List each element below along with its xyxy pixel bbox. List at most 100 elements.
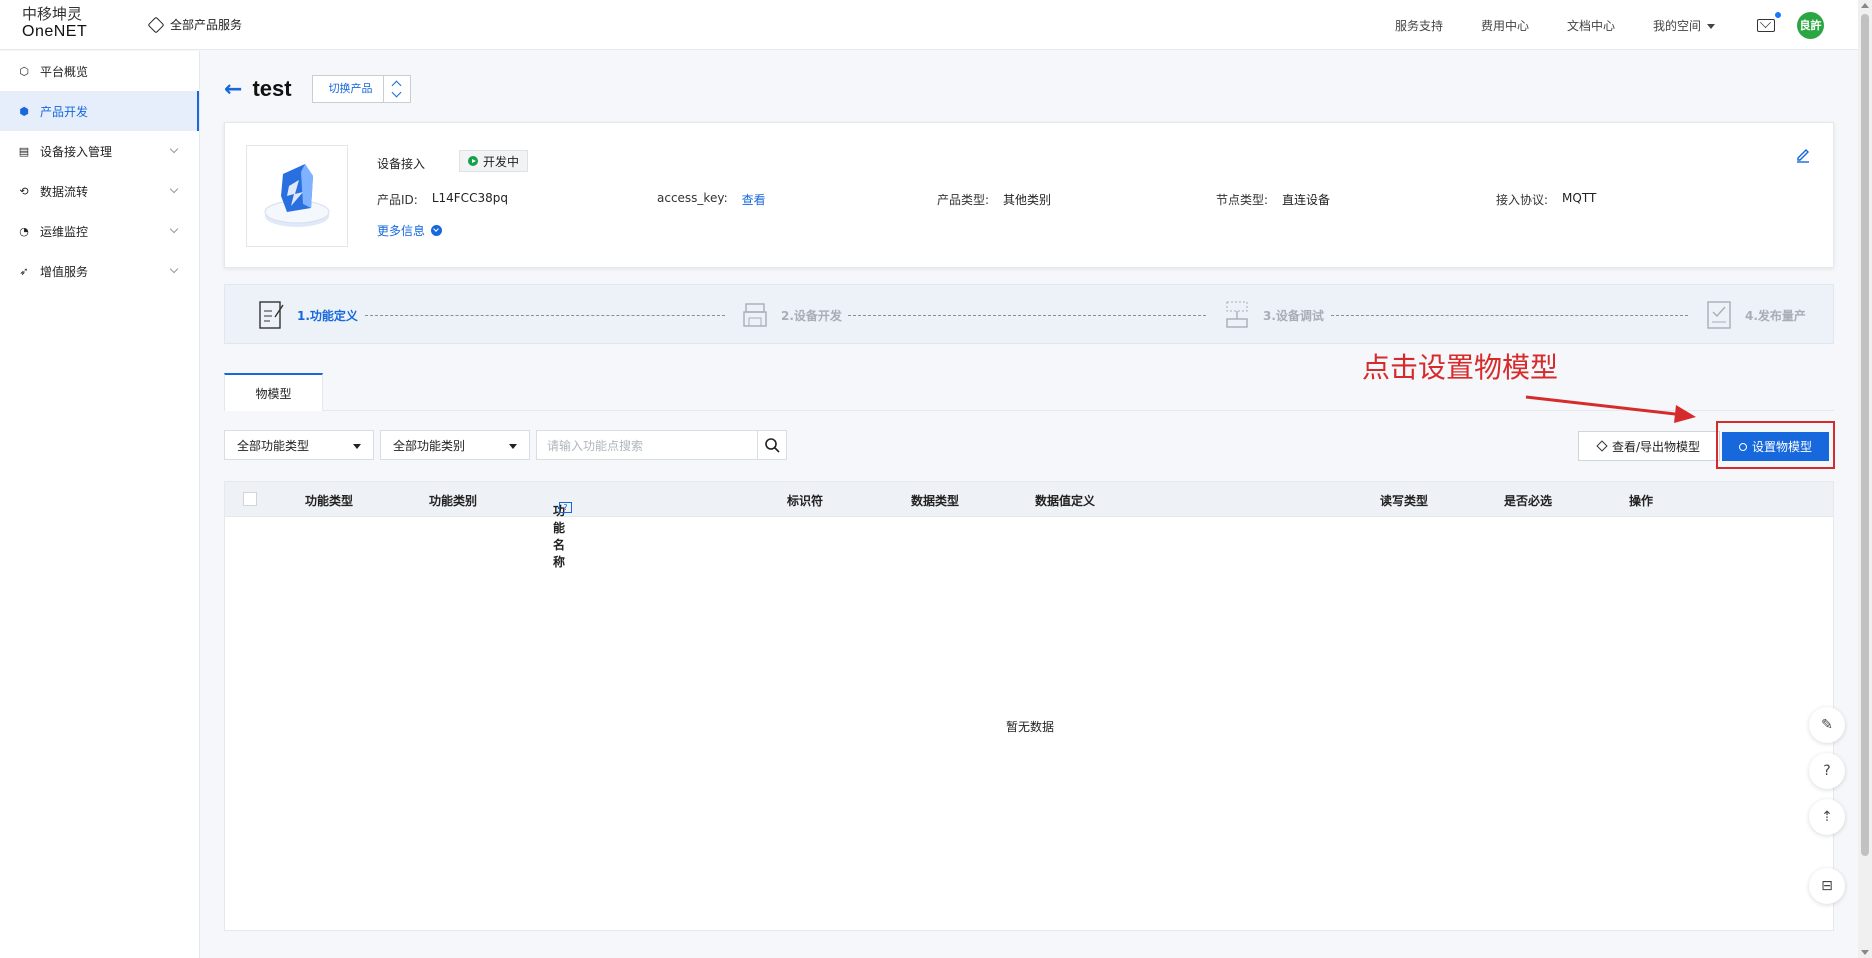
question-icon: ?	[1823, 763, 1831, 779]
step-device-development[interactable]: 2.设备开发	[741, 285, 842, 345]
help-icon[interactable]: ?	[559, 502, 572, 513]
step-function-definition[interactable]: 1.功能定义	[257, 285, 358, 345]
search-input[interactable]: 请输入功能点搜索	[536, 430, 758, 460]
all-products-label: 全部产品服务	[170, 18, 243, 32]
sidebar-item-monitoring[interactable]: ◔ 运维监控	[0, 211, 199, 251]
status-text: 开发中	[483, 154, 520, 169]
col-function-category: 功能类别	[429, 494, 478, 508]
chevron-down-icon	[169, 144, 179, 154]
set-model-label: 设置物模型	[1751, 440, 1812, 454]
step-device-debug[interactable]: 3.设备调试	[1223, 285, 1324, 345]
scroll-up-icon[interactable]	[1861, 3, 1869, 8]
field-value: MQTT	[1562, 191, 1597, 205]
product-image	[246, 145, 348, 247]
field-key: 接入协议:	[1496, 193, 1549, 207]
col-identifier: 标识符	[787, 494, 824, 508]
field-key: 产品类型:	[937, 193, 990, 207]
up-down-icon	[384, 76, 410, 102]
field-value: 其他类别	[1003, 193, 1052, 207]
scrollbar-thumb[interactable]	[1861, 14, 1869, 856]
pie-icon: ◔	[19, 224, 29, 238]
product-type-field: 产品类型: 其他类别	[937, 191, 1051, 208]
status-badge: 开发中	[459, 150, 529, 172]
top-nav: 服务支持 费用中心 文档中心 我的空间 良許	[1395, 0, 1858, 50]
title-bar: ← test 切换产品	[224, 75, 411, 103]
my-space-label: 我的空间	[1652, 18, 1701, 33]
step-label: 3.设备调试	[1263, 308, 1324, 323]
mail-icon[interactable]	[1757, 11, 1781, 32]
development-steps: 1.功能定义 2.设备开发 3.设备调试 4.发布量产	[224, 284, 1834, 344]
select-all-checkbox[interactable]	[243, 492, 257, 506]
page-title: test	[252, 76, 292, 101]
collapse-button[interactable]: ⊟	[1809, 868, 1845, 904]
more-info-link[interactable]: 更多信息	[377, 222, 443, 239]
back-arrow-icon[interactable]: ←	[224, 77, 242, 102]
scroll-down-icon[interactable]	[1861, 950, 1869, 955]
logo-cn: 中移坤灵	[22, 5, 83, 23]
sidebar-item-device-access[interactable]: ▤ 设备接入管理	[0, 131, 199, 171]
table-header: 功能类型 功能类别 功能名称? 标识符 数据类型 数据值定义 读写类型 是否必选…	[225, 482, 1833, 569]
step-connector	[1331, 315, 1688, 316]
function-type-select[interactable]: 全部功能类型	[224, 430, 374, 460]
help-button[interactable]: ?	[1809, 753, 1845, 789]
edit-icon[interactable]	[1795, 147, 1811, 163]
caret-down-icon	[1707, 23, 1715, 29]
top-bar: 中移坤灵 OneNET 全部产品服务 服务支持 费用中心 文档中心 我的空间 良…	[0, 0, 1858, 50]
checklist-icon	[1707, 301, 1731, 329]
nav-service-support[interactable]: 服务支持	[1395, 17, 1443, 34]
minus-box-icon: ⊟	[1821, 878, 1833, 894]
tab-thing-model[interactable]: 物模型	[224, 373, 323, 411]
avatar[interactable]: 良許	[1797, 11, 1824, 39]
sidebar-item-data-flow[interactable]: ⟲ 数据流转	[0, 171, 199, 211]
product-info-card: 设备接入 开发中 产品ID: L14FCC38pq access_key: 查看…	[224, 122, 1834, 268]
document-edit-icon	[259, 301, 284, 329]
field-key: 产品ID:	[377, 193, 418, 207]
view-access-key-link[interactable]: 查看	[742, 191, 766, 208]
circle-icon	[1738, 442, 1747, 451]
onenet-logo[interactable]: 中移坤灵 OneNET	[22, 5, 92, 41]
notification-dot	[1775, 11, 1781, 18]
export-label: 查看/导出物模型	[1611, 439, 1701, 454]
sidebar-item-label: 增值服务	[40, 264, 89, 279]
step-connector	[848, 315, 1206, 316]
cloud-up-icon: ⇡	[1821, 809, 1833, 825]
all-products-menu[interactable]: 全部产品服务	[147, 16, 243, 33]
field-value: 直连设备	[1282, 193, 1331, 207]
filter-bar: 全部功能类型 全部功能类别 请输入功能点搜索	[224, 430, 787, 460]
chevron-down-icon	[169, 264, 179, 274]
field-key: access_key:	[657, 191, 728, 205]
device-icon: ▤	[18, 144, 30, 158]
debug-icon	[1226, 301, 1248, 328]
col-function-type: 功能类型	[305, 494, 354, 508]
nav-docs-center[interactable]: 文档中心	[1567, 17, 1615, 34]
switch-product-button[interactable]: 切换产品	[311, 75, 411, 103]
play-icon	[468, 156, 478, 166]
printer-icon	[743, 303, 767, 327]
sidebar-item-product-dev[interactable]: ⬢ 产品开发	[0, 91, 199, 131]
set-thing-model-button[interactable]: 设置物模型	[1722, 432, 1829, 461]
sidebar-item-label: 设备接入管理	[40, 144, 113, 159]
annotation-text: 点击设置物模型	[1362, 351, 1559, 384]
node-type-field: 节点类型: 直连设备	[1216, 191, 1330, 208]
sidebar-item-label: 数据流转	[40, 184, 89, 199]
step-release[interactable]: 4.发布量产	[1705, 285, 1806, 345]
chevron-circle-down-icon	[431, 225, 443, 236]
search-icon	[765, 438, 780, 453]
feedback-button[interactable]: ✎	[1809, 707, 1845, 743]
sidebar-item-value-added[interactable]: ➶ 增值服务	[0, 251, 199, 291]
view-export-model-button[interactable]: 查看/导出物模型	[1578, 431, 1720, 461]
vertical-scrollbar[interactable]	[1858, 0, 1872, 958]
step-label: 4.发布量产	[1745, 308, 1806, 323]
sidebar-item-overview[interactable]: ⬡ 平台概览	[0, 51, 199, 91]
cube-icon: ⬢	[19, 104, 29, 118]
search-button[interactable]	[758, 430, 787, 460]
nav-billing-center[interactable]: 费用中心	[1481, 17, 1529, 34]
my-space-dropdown[interactable]: 我的空间	[1653, 17, 1715, 34]
col-required: 是否必选	[1504, 494, 1553, 508]
annotation-arrow	[1525, 395, 1696, 423]
chevron-down-icon	[169, 224, 179, 234]
back-to-top-button[interactable]: ⇡	[1809, 799, 1845, 835]
hexagon-icon: ⬡	[19, 64, 29, 78]
function-category-select[interactable]: 全部功能类别	[380, 430, 530, 460]
product-illustration	[264, 164, 330, 227]
